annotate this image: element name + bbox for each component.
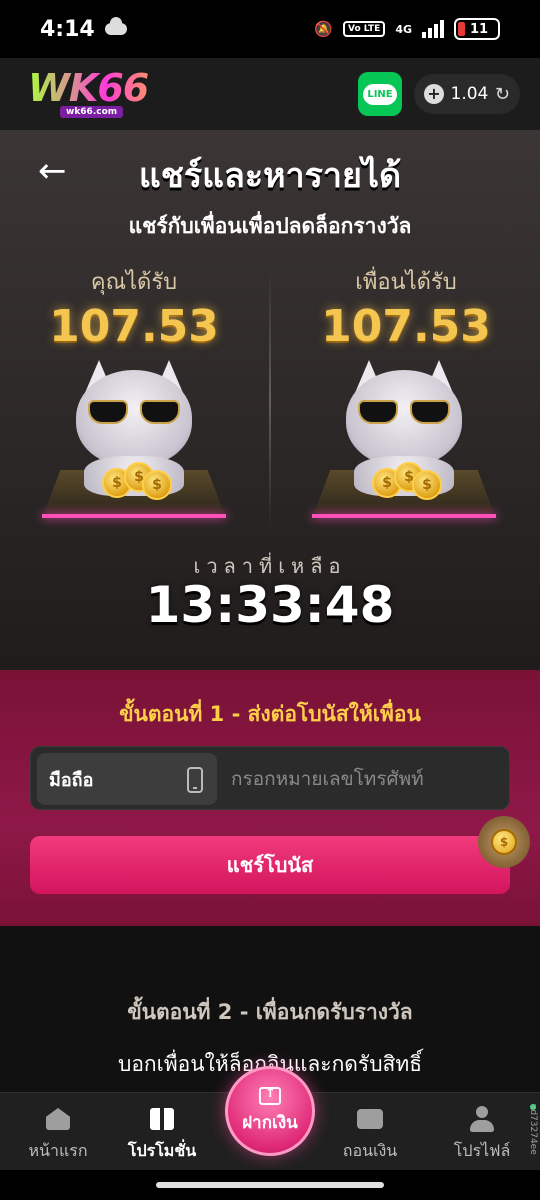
status-icons: 🔕 Vo LTE 4G 11	[314, 18, 500, 40]
you-receive-block: คุณได้รับ 107.53	[34, 264, 234, 352]
friend-receive-block: เพื่อนได้รับ 107.53	[306, 264, 506, 352]
line-icon: LINE	[363, 83, 397, 105]
sunglasses-icon	[358, 400, 450, 424]
gift-icon	[150, 1108, 174, 1130]
battery-icon: 11	[454, 18, 500, 40]
status-time: 4:14	[40, 16, 95, 42]
coin-icon: $	[491, 829, 517, 855]
phone-field-group: มือถือ	[30, 746, 510, 810]
cloud-icon	[104, 17, 127, 35]
profile-icon	[470, 1106, 494, 1132]
you-receive-label: คุณได้รับ	[90, 270, 178, 295]
logo-text: WK66	[28, 68, 168, 108]
deposit-icon	[259, 1086, 281, 1105]
step1-title: ขั้นตอนที่ 1 - ส่งต่อโบนัสให้เพื่อน	[119, 702, 421, 726]
home-icon	[46, 1108, 70, 1130]
refresh-icon[interactable]: ↻	[495, 84, 510, 105]
nav-item-profile[interactable]: โปรไฟล์	[432, 1105, 532, 1164]
nav-label: ถอนเงิน	[342, 1141, 398, 1160]
friend-receive-amount: 107.53	[321, 301, 491, 352]
network-type: 4G	[395, 22, 412, 36]
share-earn-hero: ← แชร์และหารายได้ แชร์กับเพื่อนเพื่อปลดล…	[0, 130, 540, 670]
wallet-icon	[357, 1109, 383, 1129]
status-bar: 4:14 🔕 Vo LTE 4G 11	[0, 0, 540, 58]
cat-mascot-right: $ $ $	[312, 350, 496, 520]
cat-mascot-left: $ $ $	[42, 350, 226, 520]
add-funds-icon[interactable]: +	[424, 84, 444, 104]
countdown-timer: 13:33:48	[145, 576, 395, 634]
mobile-phone-icon	[187, 767, 203, 793]
coins-icon: $ $ $	[102, 462, 172, 502]
balance-value: 1.04	[450, 84, 489, 104]
nav-item-withdraw[interactable]: ถอนเงิน	[320, 1105, 420, 1164]
mute-icon: 🔕	[314, 20, 333, 38]
phone-type-selector[interactable]: มือถือ	[37, 753, 217, 805]
deposit-button[interactable]: ฝากเงิน	[225, 1066, 315, 1156]
step2-title: ขั้นตอนที่ 2 - เพื่อนกดรับรางวัล	[127, 1000, 413, 1024]
brand-logo[interactable]: WK66 wk66.com	[28, 68, 168, 120]
gesture-area	[0, 1170, 540, 1200]
column-divider	[269, 270, 271, 530]
page-title: แชร์และหารายได้	[138, 156, 402, 196]
share-bonus-button[interactable]: แชร์โบนัส	[30, 836, 510, 894]
app-header: WK66 wk66.com LINE + 1.04 ↻	[0, 58, 540, 130]
page-subtitle: แชร์กับเพื่อนเพื่อปลดล็อกรางวัล	[128, 214, 412, 238]
phone-number-input[interactable]	[231, 753, 501, 805]
line-button[interactable]: LINE	[358, 72, 402, 116]
volte-badge: Vo LTE	[342, 21, 386, 37]
home-gesture-bar[interactable]	[156, 1182, 384, 1188]
step1-section: ขั้นตอนที่ 1 - ส่งต่อโบนัสให้เพื่อน มือถ…	[0, 670, 540, 926]
balance-pill[interactable]: + 1.04 ↻	[414, 74, 520, 114]
nav-label: หน้าแรก	[28, 1141, 88, 1160]
nav-label: โปรไฟล์	[453, 1141, 511, 1160]
nav-item-home[interactable]: หน้าแรก	[8, 1105, 108, 1164]
signal-icon	[422, 20, 444, 38]
nav-label: โปรโมชั่น	[127, 1141, 197, 1160]
friend-receive-label: เพื่อนได้รับ	[355, 270, 457, 295]
deposit-label: ฝากเงิน	[242, 1112, 298, 1133]
logo-subtext: wk66.com	[60, 106, 124, 118]
phone-type-label: มือถือ	[49, 769, 94, 791]
coins-icon: $ $ $	[372, 462, 442, 502]
you-receive-amount: 107.53	[49, 301, 219, 352]
battery-level: 11	[470, 21, 489, 37]
version-tag: vd73274ee	[528, 1104, 538, 1155]
sunglasses-icon	[88, 400, 180, 424]
nav-item-promotions[interactable]: โปรโมชั่น	[112, 1105, 212, 1164]
floating-coin-button[interactable]: $	[478, 816, 530, 868]
